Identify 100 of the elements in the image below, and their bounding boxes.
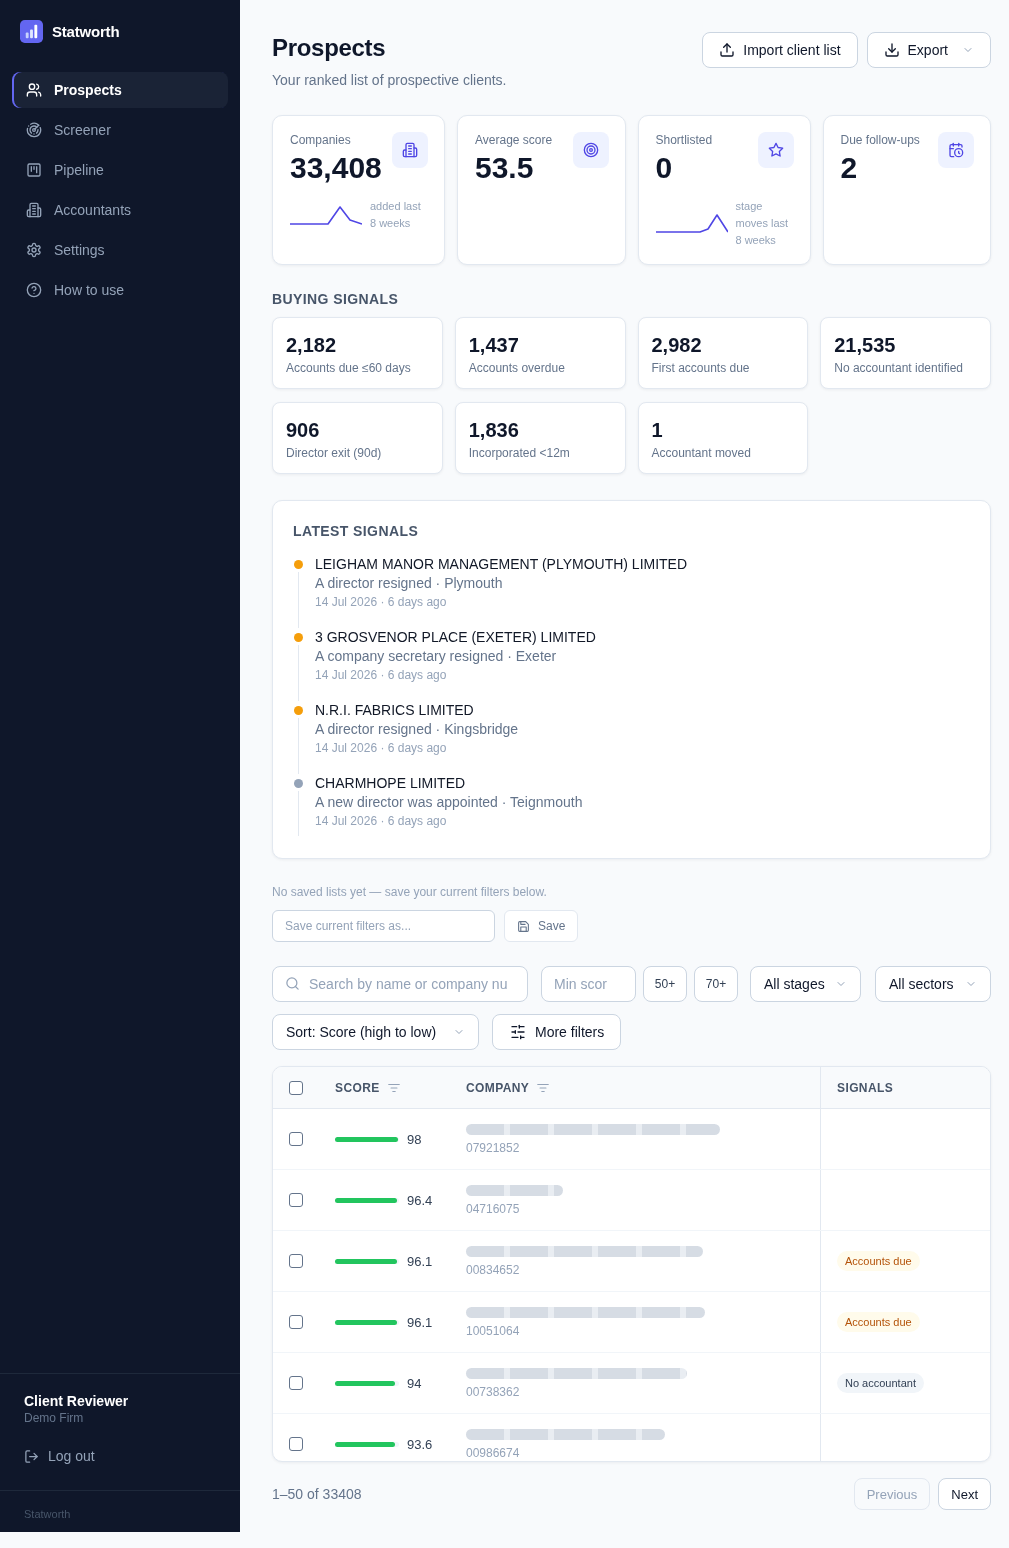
signal-card[interactable]: 2,982 First accounts due — [637, 317, 809, 389]
signal-detail: A director resigned · Kingsbridge — [315, 720, 519, 739]
page-title: Prospects — [272, 33, 387, 63]
page-subtitle: Your ranked list of prospective clients. — [272, 71, 507, 89]
user-name: Client Reviewer — [24, 1392, 130, 1410]
signal-detail: A director resigned · Plymouth — [315, 574, 504, 593]
score-chip[interactable]: 70+ — [694, 966, 738, 1002]
sliders-icon — [510, 1024, 526, 1040]
saved-lists-message: No saved lists yet — save your current filters below. — [272, 885, 548, 899]
upload-icon — [719, 42, 736, 58]
company-number: 04716075 — [466, 1201, 520, 1216]
min-score-field[interactable]: Min scor — [541, 966, 636, 1002]
kanban-icon — [26, 162, 42, 178]
signal-label: Accountant moved — [651, 445, 752, 461]
signal-detail: A new director was appointed · Teignmouth — [315, 793, 583, 812]
signal-label: Director exit (90d) — [286, 445, 383, 461]
signal-tag: Accounts due — [837, 1251, 920, 1271]
signal-company-link[interactable]: N.R.I. FABRICS LIMITED — [315, 701, 519, 719]
row-checkbox[interactable] — [289, 1376, 303, 1390]
stat-value: 2 — [840, 150, 859, 186]
stat-label: Shortlisted — [655, 132, 713, 148]
save-button[interactable]: Save — [504, 910, 579, 942]
target-icon — [572, 132, 609, 168]
signal-time: 14 Jul 2026 · 6 days ago — [315, 740, 448, 757]
score-chip[interactable]: 50+ — [643, 966, 687, 1002]
stat-value: 53.5 — [475, 150, 535, 186]
sector-select[interactable]: All sectors — [875, 966, 991, 1002]
company-number: 07921852 — [466, 1140, 520, 1155]
signal-company-link[interactable]: 3 GROSVENOR PLACE (EXETER) LIMITED — [315, 628, 596, 646]
column-header[interactable]: SIGNALS — [837, 1080, 894, 1095]
signal-label: No accountant identified — [834, 360, 964, 376]
score-bar — [335, 1380, 399, 1386]
nav-item[interactable]: Accountants — [12, 192, 228, 228]
row-checkbox[interactable] — [289, 1437, 303, 1451]
signal-tag: No accountant — [837, 1373, 924, 1393]
calendar-clock-icon — [938, 132, 974, 168]
logout-button[interactable]: Log out — [24, 1446, 95, 1466]
signal-company-link[interactable]: LEIGHAM MANOR MANAGEMENT (PLYMOUTH) LIMITED — [315, 555, 688, 573]
signal-card[interactable]: 1,836 Incorporated <12m — [454, 402, 626, 474]
signal-card[interactable]: 1,437 Accounts overdue — [454, 317, 626, 389]
row-checkbox[interactable] — [289, 1132, 303, 1146]
signal-label: Incorporated <12m — [468, 445, 571, 461]
import-button[interactable]: Import client list — [702, 32, 858, 68]
pagination-summary: 1–50 of 33408 — [272, 1486, 362, 1502]
signal-count: 1 — [651, 418, 664, 442]
row-checkbox[interactable] — [289, 1254, 303, 1268]
signal-label: Accounts overdue — [468, 360, 566, 376]
signal-label: Accounts due ≤60 days — [286, 360, 412, 376]
trend-caption: stage moves last 8 weeks — [735, 199, 790, 248]
signal-count: 2,982 — [651, 333, 703, 357]
section-heading: LATEST SIGNALS — [293, 523, 420, 539]
score-value: 98 — [407, 1131, 422, 1147]
nav-item[interactable]: Prospects — [12, 72, 228, 108]
stage-select[interactable]: All stages — [750, 966, 861, 1002]
nav-item[interactable]: Pipeline — [12, 152, 228, 188]
section-heading: BUYING SIGNALS — [272, 291, 400, 307]
column-header[interactable]: COMPANY — [466, 1080, 530, 1095]
signal-time: 14 Jul 2026 · 6 days ago — [315, 667, 448, 684]
sort-select[interactable]: Sort: Score (high to low) — [272, 1014, 479, 1050]
score-bar — [335, 1319, 399, 1325]
signal-card[interactable]: 2,182 Accounts due ≤60 days — [272, 317, 443, 389]
score-value: 96.1 — [407, 1253, 433, 1269]
score-bar — [335, 1258, 399, 1264]
signal-count: 2,182 — [286, 333, 338, 357]
help-icon — [26, 282, 42, 298]
signal-label: First accounts due — [651, 360, 751, 376]
search-field[interactable]: Search by name or company nu — [272, 966, 528, 1002]
nav-item[interactable]: Screener — [12, 112, 228, 148]
nav-item[interactable]: How to use — [12, 272, 228, 308]
signal-card[interactable]: 906 Director exit (90d) — [272, 402, 443, 474]
more-filters-button[interactable]: More filters — [492, 1014, 622, 1050]
export-button[interactable]: Export — [866, 32, 991, 68]
search-icon — [285, 976, 300, 991]
next-button[interactable]: Next — [938, 1478, 991, 1510]
user-org: Demo Firm — [24, 1410, 85, 1426]
save-icon — [517, 919, 530, 933]
download-icon — [883, 42, 900, 58]
signal-time: 14 Jul 2026 · 6 days ago — [315, 813, 448, 830]
signal-card[interactable]: 21,535 No accountant identified — [820, 317, 991, 389]
signal-tag: Accounts due — [837, 1312, 920, 1332]
filter-name-field[interactable]: Save current filters as... — [272, 910, 495, 942]
stat-value: 0 — [655, 150, 674, 186]
signal-count: 21,535 — [834, 333, 897, 357]
row-checkbox[interactable] — [289, 1315, 303, 1329]
select-all-checkbox[interactable] — [289, 1080, 303, 1095]
nav-item[interactable]: Settings — [12, 232, 228, 268]
column-header[interactable]: SCORE — [335, 1080, 380, 1095]
row-checkbox[interactable] — [289, 1193, 303, 1207]
signal-card[interactable]: 1 Accountant moved — [637, 402, 809, 474]
company-number: 00738362 — [466, 1384, 520, 1399]
company-number: 00986674 — [466, 1445, 520, 1460]
settings-icon — [26, 242, 42, 258]
signal-company-link[interactable]: CHARMHOPE LIMITED — [315, 774, 583, 792]
building-icon — [392, 132, 428, 168]
stat-value: 33,408 — [290, 150, 382, 186]
signal-count: 1,437 — [468, 333, 520, 357]
stat-label: Due follow-ups — [840, 132, 920, 148]
footer-brand: Statworth — [24, 1508, 71, 1520]
score-value: 93.6 — [407, 1436, 433, 1452]
signal-count: 906 — [286, 418, 321, 442]
